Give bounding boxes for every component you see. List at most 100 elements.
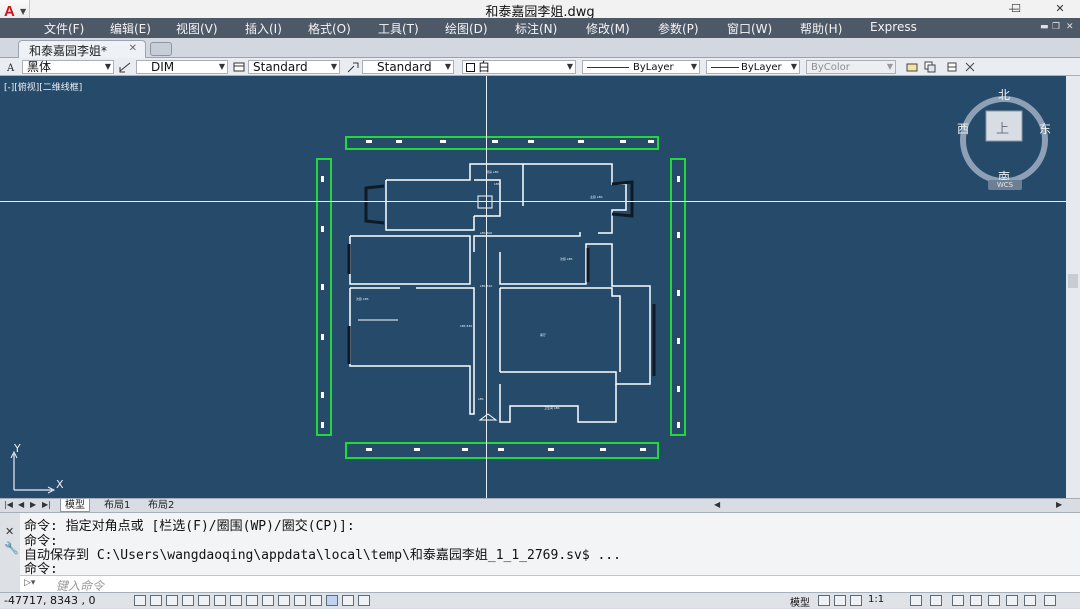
first-layout-icon[interactable]: |◀ bbox=[4, 500, 13, 509]
linetype-select[interactable]: ByLayer ▼ bbox=[582, 60, 700, 74]
document-restore-icon[interactable]: ❐ bbox=[1052, 22, 1060, 32]
object-snap-icon[interactable] bbox=[214, 595, 226, 606]
table-style-select[interactable]: Standard ▼ bbox=[248, 60, 340, 74]
close-button[interactable]: ✕ bbox=[1038, 0, 1080, 18]
menu-view[interactable]: 视图(V) bbox=[176, 20, 218, 37]
snap-mode-icon[interactable] bbox=[150, 595, 162, 606]
scrollbar-thumb[interactable] bbox=[1068, 274, 1078, 288]
tab-layout1[interactable]: 布局1 bbox=[100, 499, 134, 512]
document-tab-label: 和泰嘉园李姐* bbox=[29, 44, 108, 58]
viewcube[interactable]: 北 南 西 东 上 WCS bbox=[952, 88, 1062, 200]
menu-draw[interactable]: 绘图(D) bbox=[445, 20, 488, 37]
menu-modify[interactable]: 修改(M) bbox=[586, 20, 630, 37]
quick-view-drawings-icon[interactable] bbox=[834, 595, 846, 606]
vertical-scrollbar[interactable] bbox=[1066, 76, 1080, 498]
multileader-style-icon[interactable] bbox=[347, 61, 359, 73]
scroll-right-icon[interactable]: ▶ bbox=[1056, 500, 1062, 509]
room-labels: 厨房 LBS LBS 主卧 LBS LBS 800 次卧 LBS LBS 840… bbox=[356, 169, 603, 410]
ortho-mode-icon[interactable] bbox=[182, 595, 194, 606]
lineweight-select[interactable]: ByLayer ▼ bbox=[706, 60, 800, 74]
grid-display-icon[interactable] bbox=[166, 595, 178, 606]
selection-cycling-icon[interactable] bbox=[342, 595, 354, 606]
annotation-visibility-icon[interactable] bbox=[850, 595, 862, 606]
lock-icon[interactable] bbox=[970, 595, 982, 606]
text-style-select[interactable]: 黑体 ▼ bbox=[22, 60, 114, 74]
chevron-down-icon: ▼ bbox=[218, 62, 225, 71]
command-window: ✕ 🔧 命令: 指定对角点或 [栏选(F)/圈围(WP)/圈交(CP)]: 命令… bbox=[0, 512, 1080, 593]
table-style-icon[interactable] bbox=[233, 61, 245, 73]
tab-layout2[interactable]: 布局2 bbox=[144, 499, 178, 512]
dynamic-ucs-icon[interactable] bbox=[262, 595, 274, 606]
menu-express[interactable]: Express bbox=[870, 20, 917, 34]
quick-properties-icon[interactable] bbox=[326, 595, 338, 606]
menu-edit[interactable]: 编辑(E) bbox=[110, 20, 151, 37]
isolate-objects-icon[interactable] bbox=[1006, 595, 1018, 606]
layer-previous-icon[interactable] bbox=[964, 61, 976, 73]
close-icon[interactable]: ✕ bbox=[129, 43, 137, 54]
linetype-preview bbox=[587, 67, 629, 68]
color-select[interactable]: 白 ▼ bbox=[462, 60, 576, 74]
multileader-style-select[interactable]: Standard ▼ bbox=[362, 60, 454, 74]
clean-screen-icon[interactable] bbox=[1044, 595, 1056, 606]
dimension-style-icon[interactable] bbox=[119, 61, 131, 73]
lineweight-icon[interactable] bbox=[294, 595, 306, 606]
layer-states-icon[interactable] bbox=[924, 61, 936, 73]
document-tab[interactable]: 和泰嘉园李姐* ✕ bbox=[18, 40, 146, 58]
maximize-button[interactable]: ☐ bbox=[994, 0, 1038, 18]
menu-parametric[interactable]: 参数(P) bbox=[658, 20, 699, 37]
command-prompt-icon[interactable]: ▷▾ bbox=[24, 578, 35, 588]
workspace-switching-icon[interactable] bbox=[930, 595, 942, 606]
scroll-left-icon[interactable]: ◀ bbox=[714, 500, 720, 509]
gear-icon[interactable] bbox=[952, 595, 964, 606]
drawing-canvas[interactable]: [-][俯视][二维线框] 厨房 LBS LBS 主卧 LBS LBS 800 … bbox=[0, 76, 1066, 498]
plot-style-select[interactable]: ByColor ▼ bbox=[806, 60, 896, 74]
hardware-acceleration-icon[interactable] bbox=[988, 595, 1000, 606]
annotation-scale[interactable]: 1:1 bbox=[868, 594, 884, 605]
object-snap-tracking-icon[interactable] bbox=[246, 595, 258, 606]
next-layout-icon[interactable]: ▶ bbox=[30, 500, 36, 509]
previous-layout-icon[interactable]: ◀ bbox=[18, 500, 24, 509]
quick-view-layouts-icon[interactable] bbox=[818, 595, 830, 606]
match-layer-icon[interactable] bbox=[946, 61, 958, 73]
menu-insert[interactable]: 插入(I) bbox=[245, 20, 282, 37]
3d-object-snap-icon[interactable] bbox=[230, 595, 242, 606]
wcs-menu[interactable]: WCS bbox=[988, 180, 1022, 190]
menu-help[interactable]: 帮助(H) bbox=[800, 20, 842, 37]
wrench-icon[interactable]: 🔧 bbox=[4, 541, 19, 555]
viewcube-north-label[interactable]: 北 bbox=[998, 86, 1010, 103]
document-minimize-icon[interactable]: ▬ bbox=[1040, 22, 1049, 32]
menu-file[interactable]: 文件(F) bbox=[44, 20, 84, 37]
model-space-label[interactable]: 模型 bbox=[790, 594, 810, 609]
cursor-coordinates[interactable]: -47717, 8343 , 0 bbox=[4, 594, 95, 607]
layout-tab-bar: |◀ ◀ ▶ ▶| 模型 布局1 布局2 ◀ ▶ bbox=[0, 498, 1080, 512]
polar-tracking-icon[interactable] bbox=[198, 595, 210, 606]
annotation-autoscale-icon[interactable] bbox=[910, 595, 922, 606]
crosshair-vertical bbox=[486, 76, 487, 498]
tab-model[interactable]: 模型 bbox=[60, 499, 90, 512]
menu-format[interactable]: 格式(O) bbox=[308, 20, 351, 37]
menu-dimension[interactable]: 标注(N) bbox=[515, 20, 557, 37]
command-window-handle[interactable]: ✕ 🔧 bbox=[0, 513, 20, 593]
document-close-icon[interactable]: ✕ bbox=[1066, 22, 1074, 32]
new-drawing-tab-button[interactable] bbox=[150, 42, 172, 56]
menu-bar: 文件(F) 编辑(E) 视图(V) 插入(I) 格式(O) 工具(T) 绘图(D… bbox=[0, 18, 1080, 38]
dimension-style-select[interactable]: DIM ▼ bbox=[136, 60, 228, 74]
svg-text:次卧 LBS: 次卧 LBS bbox=[560, 256, 573, 261]
layer-properties-icon[interactable] bbox=[906, 61, 918, 73]
infer-constraints-icon[interactable] bbox=[134, 595, 146, 606]
last-layout-icon[interactable]: ▶| bbox=[42, 500, 51, 509]
viewcube-east-label[interactable]: 东 bbox=[1039, 120, 1051, 137]
command-input[interactable]: ▷▾ 键入命令 bbox=[20, 575, 1080, 593]
viewcube-top-face[interactable]: 上 bbox=[996, 118, 1009, 137]
chevron-down-icon: ▼ bbox=[104, 62, 111, 71]
status-bar-menu-icon[interactable] bbox=[1024, 595, 1036, 606]
menu-window[interactable]: 窗口(W) bbox=[727, 20, 772, 37]
transparency-icon[interactable] bbox=[310, 595, 322, 606]
close-icon[interactable]: ✕ bbox=[5, 525, 14, 538]
annotation-monitor-icon[interactable] bbox=[358, 595, 370, 606]
text-style-icon[interactable]: A bbox=[6, 61, 18, 73]
dimension-lines bbox=[316, 136, 686, 459]
menu-tools[interactable]: 工具(T) bbox=[378, 20, 419, 37]
dynamic-input-icon[interactable] bbox=[278, 595, 290, 606]
viewcube-west-label[interactable]: 西 bbox=[957, 120, 969, 137]
